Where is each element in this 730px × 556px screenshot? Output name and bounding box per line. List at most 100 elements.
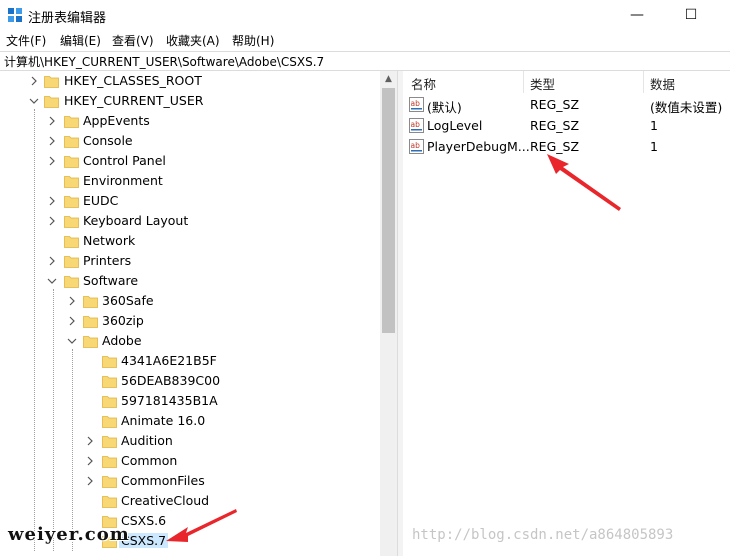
tree-node[interactable]: 360Safe	[0, 291, 380, 311]
folder-icon	[83, 316, 98, 328]
folder-icon	[64, 136, 79, 148]
tree-node[interactable]: Animate 16.0	[0, 411, 380, 431]
folder-icon	[64, 116, 79, 128]
chevron-right-icon[interactable]	[84, 435, 96, 447]
value-type: REG_SZ	[530, 139, 580, 154]
tree-node-label[interactable]: 360Safe	[100, 293, 156, 308]
tree-node-label[interactable]: Environment	[81, 173, 165, 188]
value-name: LogLevel	[427, 118, 483, 133]
folder-icon	[102, 456, 117, 468]
folder-icon	[102, 356, 117, 368]
menu-file[interactable]: 文件(F)	[6, 32, 46, 49]
tree-guide-line	[34, 109, 35, 551]
tree-node[interactable]: EUDC	[0, 191, 380, 211]
tree-node-label[interactable]: HKEY_CURRENT_USER	[62, 93, 205, 108]
menu-favorites[interactable]: 收藏夹(A)	[166, 32, 220, 49]
tree-guide-line	[72, 349, 73, 551]
tree-node-label[interactable]: Common	[119, 453, 179, 468]
tree-node[interactable]: Adobe	[0, 331, 380, 351]
tree-node[interactable]: 4341A6E21B5F	[0, 351, 380, 371]
tree-node[interactable]: CreativeCloud	[0, 491, 380, 511]
folder-icon	[102, 416, 117, 428]
value-name: PlayerDebugM...	[427, 139, 530, 154]
address-path: 计算机\HKEY_CURRENT_USER\Software\Adobe\CSX…	[4, 55, 325, 69]
value-row[interactable]: ab (默认) REG_SZ (数值未设置)	[403, 94, 730, 115]
tree-node[interactable]: Software	[0, 271, 380, 291]
chevron-right-icon[interactable]	[84, 475, 96, 487]
tree-node[interactable]: HKEY_CLASSES_ROOT	[0, 71, 380, 91]
svg-text:ab: ab	[411, 99, 421, 108]
column-header-type[interactable]: 类型	[530, 74, 555, 93]
chevron-right-icon[interactable]	[66, 315, 78, 327]
value-data: 1	[650, 139, 658, 154]
tree-node-label[interactable]: 597181435B1A	[119, 393, 220, 408]
tree-node[interactable]: AppEvents	[0, 111, 380, 131]
tree-node-label[interactable]: AppEvents	[81, 113, 152, 128]
tree-node-label[interactable]: Software	[81, 273, 140, 288]
tree-node-label[interactable]: Console	[81, 133, 135, 148]
string-value-icon: ab	[409, 139, 424, 154]
column-divider[interactable]	[523, 71, 524, 93]
chevron-down-icon[interactable]	[28, 95, 40, 107]
maximize-button[interactable]: ☐	[668, 0, 714, 30]
tree-node-label[interactable]: 56DEAB839C00	[119, 373, 222, 388]
tree-node[interactable]: 360zip	[0, 311, 380, 331]
tree-node[interactable]: Network	[0, 231, 380, 251]
tree-node-label[interactable]: EUDC	[81, 193, 120, 208]
value-data: (数值未设置)	[650, 100, 723, 115]
chevron-right-icon[interactable]	[46, 115, 58, 127]
menu-help[interactable]: 帮助(H)	[232, 32, 274, 49]
tree-node-label[interactable]: CommonFiles	[119, 473, 207, 488]
address-bar[interactable]: 计算机\HKEY_CURRENT_USER\Software\Adobe\CSX…	[0, 51, 730, 71]
tree-node[interactable]: Keyboard Layout	[0, 211, 380, 231]
title-bar: 注册表编辑器 — ☐	[0, 0, 730, 30]
key-tree[interactable]: HKEY_CLASSES_ROOT HKEY_CURRENT_USER AppEve…	[0, 71, 380, 556]
tree-node[interactable]: HKEY_CURRENT_USER	[0, 91, 380, 111]
chevron-right-icon[interactable]	[46, 155, 58, 167]
value-row[interactable]: ab PlayerDebugM... REG_SZ 1	[403, 136, 730, 157]
tree-node[interactable]: Common	[0, 451, 380, 471]
tree-node-label[interactable]: 360zip	[100, 313, 146, 328]
minimize-button[interactable]: —	[614, 0, 660, 30]
chevron-right-icon[interactable]	[66, 295, 78, 307]
tree-node[interactable]: Environment	[0, 171, 380, 191]
tree-scrollbar-thumb[interactable]	[382, 88, 395, 333]
chevron-right-icon[interactable]	[46, 195, 58, 207]
folder-icon	[64, 256, 79, 268]
tree-node-label[interactable]: Audition	[119, 433, 175, 448]
tree-node-label[interactable]: Animate 16.0	[119, 413, 207, 428]
tree-node-label[interactable]: Printers	[81, 253, 133, 268]
list-header: 名称 类型 数据	[403, 71, 730, 93]
tree-node-label[interactable]: Network	[81, 233, 137, 248]
value-row[interactable]: ab LogLevel REG_SZ 1	[403, 115, 730, 136]
column-header-data[interactable]: 数据	[650, 74, 675, 93]
tree-node[interactable]: 56DEAB839C00	[0, 371, 380, 391]
column-header-name[interactable]: 名称	[411, 74, 436, 93]
tree-node[interactable]: Audition	[0, 431, 380, 451]
value-type: REG_SZ	[530, 118, 580, 133]
chevron-right-icon[interactable]	[46, 135, 58, 147]
chevron-right-icon[interactable]	[46, 255, 58, 267]
chevron-down-icon[interactable]	[66, 335, 78, 347]
chevron-right-icon[interactable]	[46, 215, 58, 227]
tree-node-label[interactable]: CreativeCloud	[119, 493, 211, 508]
scroll-up-icon[interactable]: ▲	[380, 71, 397, 88]
tree-node-label[interactable]: Keyboard Layout	[81, 213, 190, 228]
chevron-right-icon[interactable]	[28, 75, 40, 87]
tree-node-label[interactable]: 4341A6E21B5F	[119, 353, 219, 368]
chevron-down-icon[interactable]	[46, 275, 58, 287]
tree-node[interactable]: Printers	[0, 251, 380, 271]
tree-node[interactable]: CommonFiles	[0, 471, 380, 491]
tree-node[interactable]: Control Panel	[0, 151, 380, 171]
tree-node[interactable]: 597181435B1A	[0, 391, 380, 411]
menu-edit[interactable]: 编辑(E)	[60, 32, 101, 49]
chevron-right-icon[interactable]	[84, 455, 96, 467]
menu-view[interactable]: 查看(V)	[112, 32, 154, 49]
tree-node-label[interactable]: Adobe	[100, 333, 144, 348]
folder-icon	[102, 376, 117, 388]
svg-text:ab: ab	[411, 120, 421, 129]
column-divider[interactable]	[643, 71, 644, 93]
tree-node[interactable]: Console	[0, 131, 380, 151]
tree-node-label[interactable]: Control Panel	[81, 153, 168, 168]
tree-node-label[interactable]: HKEY_CLASSES_ROOT	[62, 73, 204, 88]
